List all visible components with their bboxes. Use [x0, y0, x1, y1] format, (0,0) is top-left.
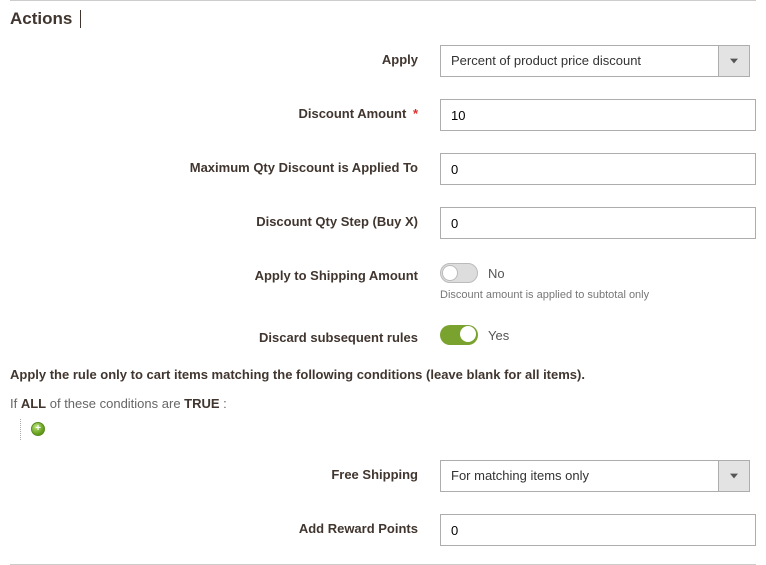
label-free-shipping: Free Shipping: [10, 460, 440, 482]
add-condition-button[interactable]: +: [31, 422, 45, 436]
toggle-knob: [460, 326, 476, 342]
conditions-intro: Apply the rule only to cart items matchi…: [10, 367, 756, 382]
field-reward-points: Add Reward Points: [10, 514, 756, 546]
toggle-discard[interactable]: [440, 325, 478, 345]
conditions-aggregator[interactable]: ALL: [21, 396, 46, 411]
chevron-down-icon: [718, 45, 750, 77]
input-max-qty[interactable]: [440, 153, 756, 185]
label-discount-amount: Discount Amount *: [10, 99, 440, 121]
input-reward-points[interactable]: [440, 514, 756, 546]
label-discard: Discard subsequent rules: [10, 323, 440, 345]
field-free-shipping: Free Shipping For matching items only: [10, 460, 756, 492]
label-apply-shipping: Apply to Shipping Amount: [10, 261, 440, 283]
select-apply[interactable]: Percent of product price discount: [440, 45, 750, 77]
field-apply: Apply Percent of product price discount: [10, 45, 756, 77]
toggle-knob: [442, 265, 458, 281]
actions-form: Apply Percent of product price discount …: [0, 45, 766, 546]
field-discount-amount: Discount Amount *: [10, 99, 756, 131]
field-qty-step: Discount Qty Step (Buy X): [10, 207, 756, 239]
field-apply-shipping: Apply to Shipping Amount No Discount amo…: [10, 261, 756, 301]
field-max-qty: Maximum Qty Discount is Applied To: [10, 153, 756, 185]
input-discount-amount[interactable]: [440, 99, 756, 131]
text-cursor: [80, 10, 81, 28]
toggle-apply-shipping-state: No: [488, 266, 505, 281]
toggle-discard-state: Yes: [488, 328, 509, 343]
chevron-down-icon: [718, 460, 750, 492]
conditions-tree: +: [20, 419, 756, 440]
select-free-shipping[interactable]: For matching items only: [440, 460, 750, 492]
required-marker: *: [413, 106, 418, 121]
conditions-value[interactable]: TRUE: [184, 396, 219, 411]
label-max-qty: Maximum Qty Discount is Applied To: [10, 153, 440, 175]
hint-apply-shipping: Discount amount is applied to subtotal o…: [440, 289, 756, 301]
toggle-apply-shipping[interactable]: [440, 263, 478, 283]
select-apply-value: Percent of product price discount: [440, 45, 750, 77]
section-title-text: Actions: [10, 9, 72, 28]
section-title: Actions: [0, 1, 766, 45]
select-free-shipping-value: For matching items only: [440, 460, 750, 492]
conditions-sentence: If ALL of these conditions are TRUE :: [10, 396, 756, 411]
field-discard: Discard subsequent rules Yes: [10, 323, 756, 345]
label-reward-points: Add Reward Points: [10, 514, 440, 536]
label-apply: Apply: [10, 45, 440, 67]
input-qty-step[interactable]: [440, 207, 756, 239]
label-qty-step: Discount Qty Step (Buy X): [10, 207, 440, 229]
plus-icon: +: [35, 424, 41, 434]
